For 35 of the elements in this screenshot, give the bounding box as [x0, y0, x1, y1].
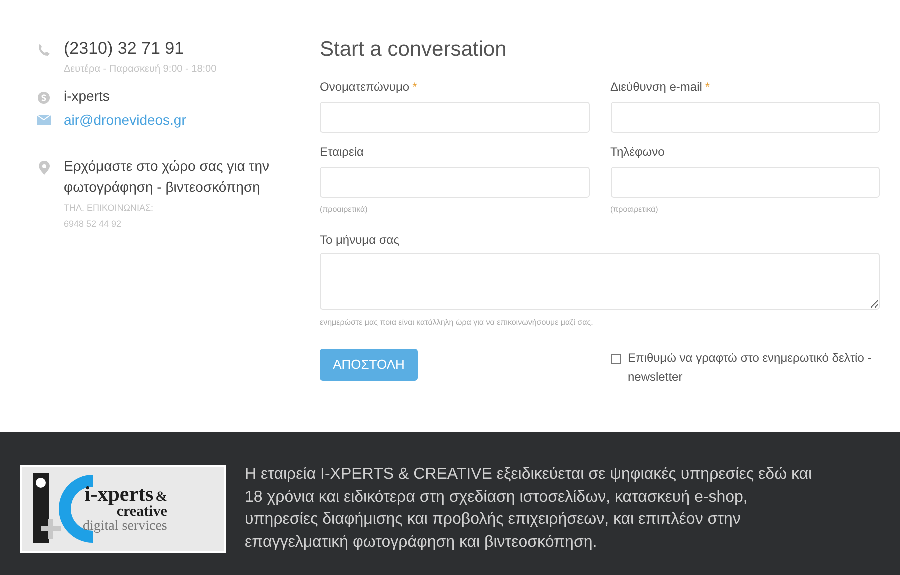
field-label: Ονοματεπώνυμο * — [320, 79, 418, 96]
field-hint: (προαιρετικά) — [320, 204, 369, 216]
form-title: Start a conversation — [320, 37, 508, 63]
phone-icon — [37, 43, 51, 57]
required-asterisk: * — [705, 80, 710, 94]
phone-label: ΤΗΛ. ΕΠΙΚΟΙΝΩΝΙΑΣ: — [64, 202, 155, 215]
required-asterisk: * — [412, 80, 418, 94]
email-link[interactable]: air@dronevideos.gr — [64, 110, 186, 130]
address-text: Ερχόμαστε στο χώρο σας για την φωτογράφηση - βιντεοσκόπηση — [64, 157, 270, 197]
input-field[interactable] — [320, 167, 590, 198]
location-pin-icon — [38, 161, 50, 175]
mobile-number: 6948 52 44 92 — [64, 218, 123, 230]
submit-button[interactable]: ΑΠΟΣΤΟΛΗ — [320, 349, 418, 381]
message-field[interactable] — [320, 253, 880, 310]
field-hint: ενημερώστε μας ποια είναι κατάλληλη ώρα για να επικοινωνήσουμε μαζί σας. — [320, 317, 594, 329]
field-label: Τηλέφωνο — [610, 144, 666, 161]
skype-name: i-xperts — [64, 87, 110, 106]
company-description: Η εταιρεία I-XPERTS & CREATIVE εξειδικεύεται σε ψηφιακές υπηρεσίες εδώ και 18 χρόνια και ειδικότερα στη σχεδίαση ιστοσελίδων, κατασκευή e-shop, υπηρεσίες διαφήμισης και προβολής επιχειρήσεων, και επιπλέον στην επαγγελματική φωτογράφηση και βιντεοσκόπηση. — [245, 465, 814, 552]
logo-name: i-xperts — [84, 484, 154, 505]
input-field[interactable] — [320, 102, 590, 133]
checkbox[interactable] — [611, 354, 621, 364]
logo-tagline: digital services — [83, 520, 168, 534]
phone-number: (2310) 32 71 91 — [64, 38, 186, 60]
input-field[interactable] — [610, 167, 880, 198]
field-label: Διεύθυνση e-mail * — [610, 79, 712, 96]
logo-ampersand: & — [156, 491, 168, 505]
field-label: Το μήνυμα σας — [320, 232, 400, 249]
mail-icon — [37, 115, 51, 125]
field-hint: (προαιρετικά) — [610, 204, 660, 216]
input-field[interactable] — [610, 102, 880, 133]
field-label: Εταιρεία — [320, 144, 365, 161]
opening-hours: Δευτέρα - Παρασκευή 9:00 - 18:00 — [64, 63, 217, 77]
skype-icon — [37, 91, 51, 105]
logo-subtitle: creative — [116, 505, 168, 520]
checkbox-label: Επιθυμώ να γραφτώ στο ενημερωτικό δελτίο - newsletter — [628, 350, 873, 386]
